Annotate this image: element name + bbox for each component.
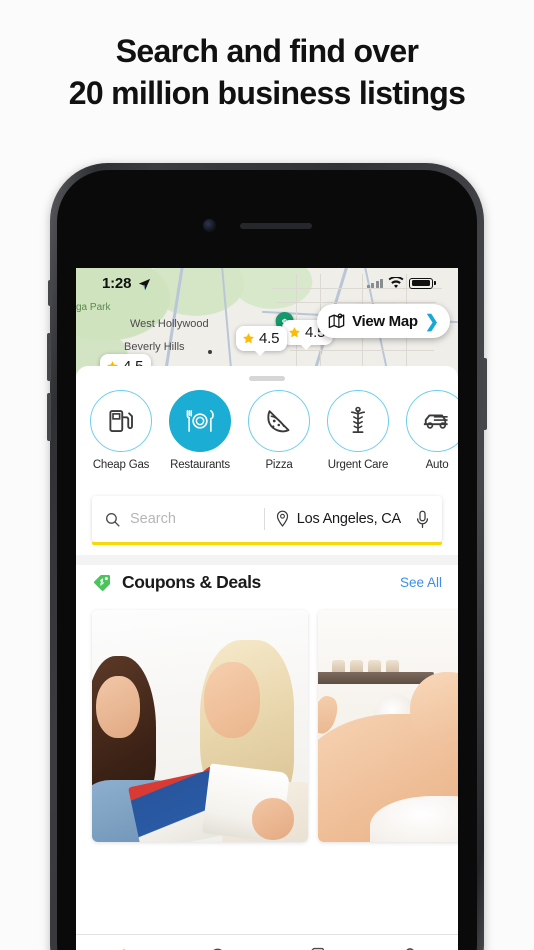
wifi-icon <box>388 277 404 288</box>
map-rating-pin[interactable]: 4.5 <box>236 326 288 356</box>
content-sheet: Cheap Gas Restaurants Pizza Urgent Care … <box>76 366 458 950</box>
signal-bars-icon <box>366 278 384 288</box>
tab-home[interactable]: Home <box>76 935 172 950</box>
app-screen: ga Park West Hollywood Beverly Hills $ 4… <box>76 268 458 950</box>
car-icon <box>423 414 448 429</box>
category-label: Auto <box>425 459 449 471</box>
tab-me[interactable]: Me <box>363 935 459 950</box>
bottom-tab-bar[interactable]: Home Search <box>76 934 458 950</box>
category-icon-wrap <box>169 390 231 452</box>
category-restaurants[interactable]: Restaurants <box>169 390 231 486</box>
category-label: Urgent Care <box>327 459 389 471</box>
status-bar: 1:28 <box>76 268 458 298</box>
category-icon-wrap <box>406 390 458 452</box>
view-map-label: View Map <box>352 312 418 330</box>
pizza-slice-icon <box>267 410 290 433</box>
category-cheap-gas[interactable]: Cheap Gas <box>90 390 152 486</box>
status-bar-indicators <box>366 277 436 289</box>
status-bar-time: 1:28 <box>102 275 132 292</box>
microphone-icon[interactable] <box>415 510 430 529</box>
earpiece-speaker <box>240 223 312 229</box>
promo-screenshot: Search and find over 20 million business… <box>0 0 534 950</box>
silent-switch[interactable] <box>48 280 52 306</box>
category-icon-wrap <box>327 390 389 452</box>
map-label-park: ga Park <box>76 302 111 313</box>
coupons-header: Coupons & Deals See All <box>92 572 442 593</box>
search-icon <box>213 948 223 950</box>
category-pizza[interactable]: Pizza <box>248 390 310 486</box>
coupon-image <box>318 610 458 842</box>
category-label: Restaurants <box>170 459 230 471</box>
person-icon <box>406 948 415 950</box>
battery-icon <box>409 277 436 289</box>
location-value[interactable]: Los Angeles, CA <box>297 511 401 527</box>
section-divider <box>76 555 458 565</box>
front-camera-icon <box>203 219 216 232</box>
headline-line-2: 20 million business listings <box>68 75 466 112</box>
fork-plate-knife-icon <box>186 410 214 432</box>
phone-mockup: ga Park West Hollywood Beverly Hills $ 4… <box>47 163 487 950</box>
location-arrow-icon <box>137 277 152 297</box>
map-fold-icon <box>328 313 345 328</box>
tab-deals[interactable]: Deals <box>267 935 363 950</box>
category-urgent-care[interactable]: Urgent Care <box>327 390 389 486</box>
caduceus-icon <box>350 406 366 433</box>
view-map-button[interactable]: View Map ❯ <box>317 304 450 338</box>
search-section: Search Los Angeles, CA <box>92 496 442 545</box>
star-icon <box>289 327 300 338</box>
tab-search[interactable]: Search <box>172 935 268 950</box>
sheet-drag-handle[interactable] <box>249 376 285 381</box>
price-tag-icon <box>94 574 110 591</box>
coupon-card-list <box>92 610 458 842</box>
home-icon <box>122 948 126 950</box>
page-title: Search and find over 20 million business… <box>0 30 534 114</box>
category-icon-wrap <box>90 390 152 452</box>
location-pin-icon <box>276 510 288 527</box>
chevron-right-icon: ❯ <box>424 311 439 331</box>
map-point <box>208 350 212 354</box>
price-tag-icon <box>311 947 324 950</box>
rating-value: 4.5 <box>259 330 280 347</box>
gas-pump-icon <box>109 410 133 432</box>
search-icon <box>106 512 120 527</box>
category-icon-wrap <box>248 390 310 452</box>
coupon-card[interactable] <box>318 610 458 842</box>
map-road <box>276 302 436 303</box>
category-auto[interactable]: Auto <box>406 390 458 486</box>
star-icon <box>243 333 254 344</box>
search-input[interactable]: Search <box>130 511 254 527</box>
search-bar[interactable]: Search Los Angeles, CA <box>92 496 442 542</box>
phone-bezel: ga Park West Hollywood Beverly Hills $ 4… <box>57 170 477 950</box>
headline-line-1: Search and find over <box>115 33 419 69</box>
see-all-link[interactable]: See All <box>400 575 442 590</box>
category-label: Cheap Gas <box>92 459 150 471</box>
power-button[interactable] <box>483 358 487 430</box>
category-list[interactable]: Cheap Gas Restaurants Pizza Urgent Care … <box>76 390 458 486</box>
coupons-title: Coupons & Deals <box>122 572 261 592</box>
coupon-card[interactable] <box>92 610 308 842</box>
category-label: Pizza <box>265 459 293 471</box>
volume-down-button[interactable] <box>47 393 51 441</box>
search-bar-underline <box>92 542 442 545</box>
search-divider <box>263 508 265 530</box>
map-label-city: West Hollywood <box>130 318 209 330</box>
map-view[interactable]: ga Park West Hollywood Beverly Hills $ 4… <box>76 268 458 376</box>
map-label-city: Beverly Hills <box>124 341 185 353</box>
coupon-image <box>92 610 308 842</box>
volume-up-button[interactable] <box>47 333 51 381</box>
